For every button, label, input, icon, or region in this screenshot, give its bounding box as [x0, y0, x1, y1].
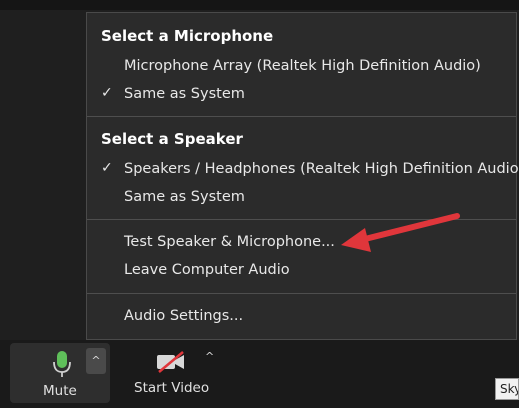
top-strip	[0, 0, 519, 10]
menu-item-label: Audio Settings...	[124, 308, 244, 324]
video-camera-off-icon	[157, 351, 184, 373]
menu-item-label: Same as System	[124, 189, 245, 205]
menu-item-label: Speakers / Headphones (Realtek High Defi…	[124, 161, 519, 177]
menu-divider	[87, 293, 516, 294]
check-icon: ✓	[101, 85, 113, 101]
menu-item-label: Same as System	[124, 86, 245, 102]
microphone-section-header: Select a Microphone	[101, 27, 274, 45]
meeting-toolbar: Mute ^ Start Video ^	[0, 340, 519, 408]
menu-item-label: Microphone Array (Realtek High Definitio…	[124, 58, 481, 74]
check-icon: ✓	[101, 160, 113, 176]
menu-item-label: Test Speaker & Microphone...	[124, 234, 335, 250]
tooltip: Sky	[495, 378, 519, 400]
menu-divider	[87, 116, 516, 117]
menu-item-speakers-headphones[interactable]: ✓ Speakers / Headphones (Realtek High De…	[87, 157, 519, 183]
menu-item-mic-same-as-system[interactable]: ✓ Same as System	[87, 82, 516, 108]
speaker-section-header: Select a Speaker	[101, 130, 243, 148]
menu-item-leave-computer-audio[interactable]: Leave Computer Audio	[87, 258, 516, 284]
red-arrow-annotation-icon	[341, 213, 460, 252]
menu-item-audio-settings[interactable]: Audio Settings...	[87, 304, 516, 330]
audio-options-caret-button[interactable]: ^	[86, 348, 106, 374]
chevron-up-icon: ^	[91, 354, 101, 367]
menu-item-label: Leave Computer Audio	[124, 262, 290, 278]
microphone-icon	[53, 351, 71, 377]
audio-options-menu: Select a Microphone Microphone Array (Re…	[86, 12, 519, 340]
menu-item-microphone-array[interactable]: Microphone Array (Realtek High Definitio…	[87, 54, 516, 80]
mute-label: Mute	[43, 383, 77, 399]
video-options-chevron-icon[interactable]: ^	[205, 350, 214, 363]
start-video-label: Start Video	[134, 380, 210, 396]
